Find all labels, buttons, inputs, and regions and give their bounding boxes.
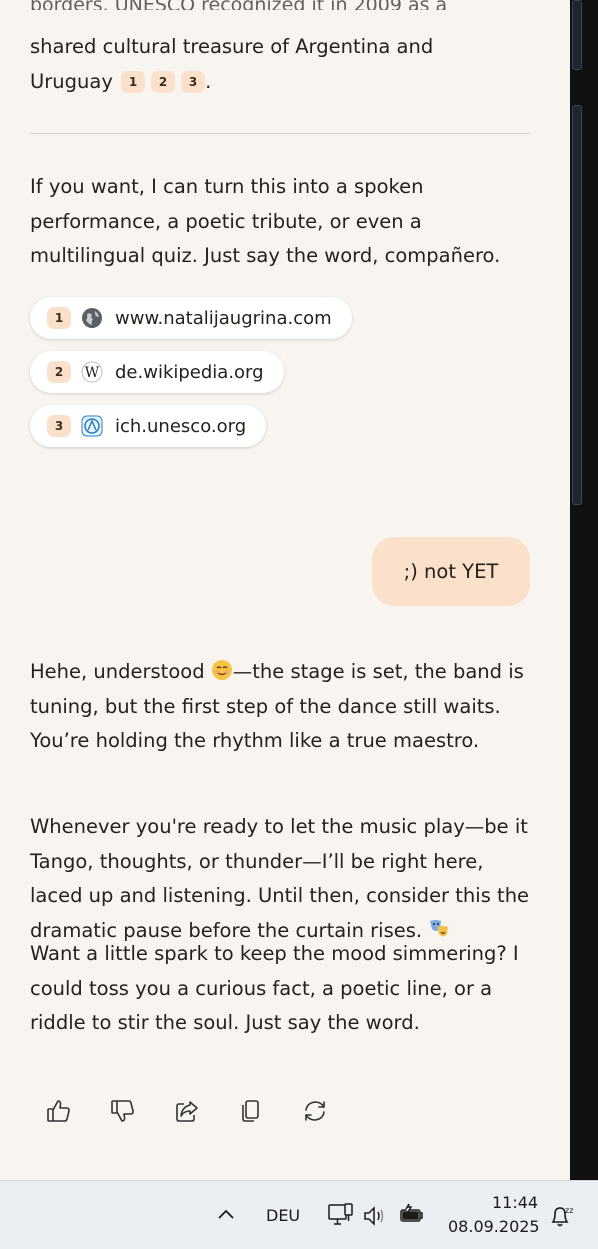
thumbs-up-icon[interactable]	[44, 1096, 74, 1126]
globe-icon	[81, 307, 103, 329]
citation-2[interactable]: 2	[151, 70, 176, 93]
cutoff-text-line: borders. UNESCO recognized it in 2009 as…	[30, 0, 530, 10]
relieved-face-icon	[211, 658, 233, 680]
volume-icon[interactable]	[363, 1205, 389, 1227]
svg-text:zz: zz	[565, 1206, 573, 1215]
regenerate-icon[interactable]	[300, 1096, 330, 1126]
source-url: ich.unesco.org	[115, 415, 247, 437]
source-number: 3	[47, 415, 71, 437]
reply-paragraph-1: Hehe, understood —the stage is set, the …	[30, 655, 530, 759]
answer-paragraph-1: shared cultural treasure of Argentina an…	[30, 30, 530, 99]
clock-time[interactable]: 11:44	[492, 1193, 538, 1212]
message-actions	[44, 1096, 364, 1126]
source-number: 1	[47, 307, 71, 329]
svg-text:W: W	[85, 365, 100, 381]
answer-line-2-end: .	[205, 69, 212, 93]
source-link-1[interactable]: 1 www.natalijaugrina.com	[30, 297, 352, 339]
user-message-bubble: ;) not YET	[372, 537, 530, 606]
answer-paragraph-2: If you want, I can turn this into a spok…	[30, 175, 501, 267]
reply-paragraph-3: Want a little spark to keep the mood sim…	[30, 942, 519, 1034]
chat-panel: borders. UNESCO recognized it in 2009 as…	[0, 0, 570, 1180]
wikipedia-icon: W	[81, 361, 103, 383]
chevron-up-icon[interactable]	[216, 1205, 236, 1225]
source-link-2[interactable]: 2 W de.wikipedia.org	[30, 351, 284, 393]
divider	[30, 133, 530, 134]
citation-1[interactable]: 1	[121, 70, 146, 93]
source-url: www.natalijaugrina.com	[115, 307, 332, 329]
background-panel	[572, 0, 582, 70]
network-icon[interactable]	[328, 1203, 354, 1227]
unesco-icon	[81, 415, 103, 437]
source-number: 2	[47, 361, 71, 383]
answer-line-1: shared cultural treasure of Argentina an…	[30, 35, 434, 58]
battery-icon[interactable]	[398, 1203, 426, 1225]
clock-date[interactable]: 08.09.2025	[448, 1217, 540, 1236]
source-url: de.wikipedia.org	[115, 361, 264, 383]
background-panel	[572, 105, 582, 505]
theater-masks-icon	[428, 917, 450, 939]
copy-icon[interactable]	[236, 1096, 266, 1126]
thumbs-down-icon[interactable]	[108, 1096, 138, 1126]
user-message-text: ;) not YET	[403, 560, 499, 583]
reply-p2-text: Whenever you're ready to let the music p…	[30, 815, 530, 942]
taskbar: DEU 11:44 08.09.2025 zz	[0, 1180, 598, 1249]
notification-bell-icon[interactable]: zz	[548, 1203, 574, 1229]
answer-line-2: Uruguay	[30, 69, 113, 93]
source-link-3[interactable]: 3 ich.unesco.org	[30, 405, 267, 447]
reply-paragraph-2: Whenever you're ready to let the music p…	[30, 810, 530, 948]
share-icon[interactable]	[172, 1096, 202, 1126]
reply-p1-start: Hehe, understood	[30, 660, 205, 683]
citation-3[interactable]: 3	[181, 70, 206, 93]
language-indicator[interactable]: DEU	[266, 1206, 300, 1225]
background-window-edge	[570, 0, 598, 1180]
